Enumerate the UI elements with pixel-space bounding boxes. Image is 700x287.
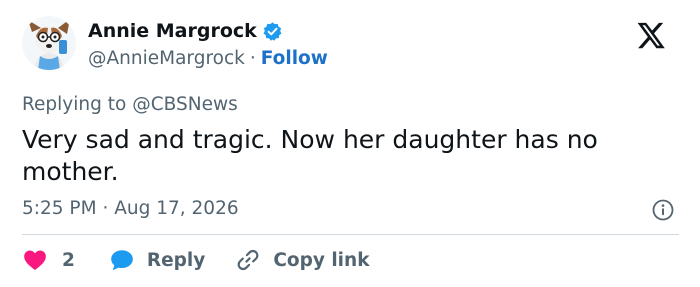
heart-icon	[22, 247, 48, 273]
handle-separator: ·	[249, 48, 256, 69]
timestamp-separator: ·	[102, 198, 109, 219]
author-handle[interactable]: @AnnieMargrock	[88, 48, 245, 69]
replying-to-mention[interactable]: @CBSNews	[132, 94, 238, 115]
tweet-card: Annie Margrock @AnnieMargrock · Follow R…	[0, 0, 700, 287]
verified-badge-icon	[262, 21, 283, 42]
like-count: 2	[62, 249, 75, 271]
author-handle-row: @AnnieMargrock · Follow	[88, 48, 328, 69]
follow-button[interactable]: Follow	[261, 48, 328, 69]
like-button[interactable]: 2	[22, 247, 75, 273]
replying-to-prefix: Replying to	[22, 94, 127, 115]
tweet-text: Very sad and tragic. Now her daughter ha…	[22, 125, 598, 186]
x-logo-icon[interactable]	[637, 22, 666, 49]
action-bar: 2 Reply Copy link	[22, 245, 400, 275]
avatar[interactable]	[22, 16, 76, 70]
author-display-name[interactable]: Annie Margrock	[88, 20, 257, 42]
speech-bubble-icon	[109, 247, 135, 273]
link-icon	[235, 247, 261, 273]
copy-link-label: Copy link	[273, 249, 370, 271]
reply-label: Reply	[146, 249, 206, 271]
replying-to: Replying to @CBSNews	[22, 94, 238, 115]
reply-button[interactable]: Reply	[109, 247, 205, 273]
avatar-dog-image	[22, 16, 76, 70]
tweet-timestamp[interactable]: 5:25 PM · Aug 17, 2026	[22, 198, 239, 219]
copy-link-button[interactable]: Copy link	[235, 247, 370, 273]
tweet-time: 5:25 PM	[22, 198, 97, 219]
tweet-date: Aug 17, 2026	[114, 198, 239, 219]
info-icon[interactable]	[651, 198, 675, 222]
author-name-row: Annie Margrock	[88, 20, 283, 42]
divider	[22, 234, 679, 235]
